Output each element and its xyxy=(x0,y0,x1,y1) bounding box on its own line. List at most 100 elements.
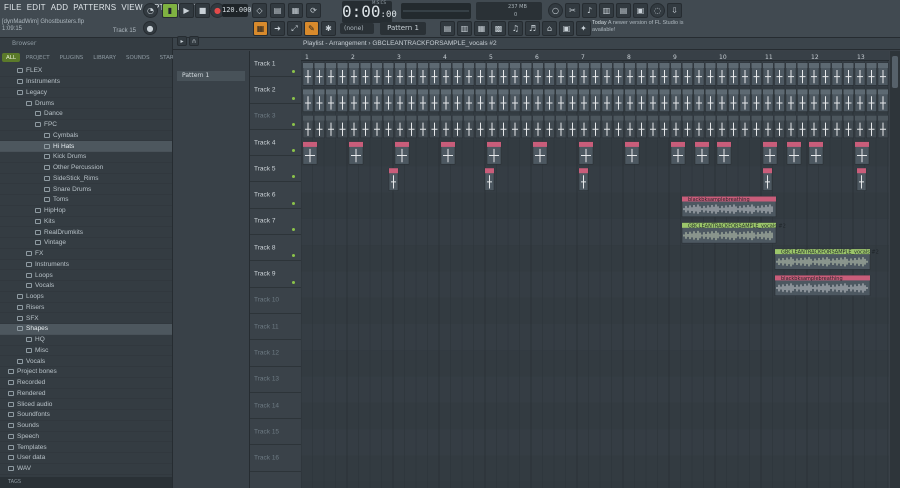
pattern-clip[interactable] xyxy=(463,115,475,139)
menu-patterns[interactable]: PATTERNS xyxy=(73,3,116,16)
pattern-clip[interactable] xyxy=(854,62,866,86)
mixer-toolbar-icon[interactable]: ▩ xyxy=(491,21,506,36)
pattern-clip[interactable] xyxy=(302,89,314,112)
pattern-clip[interactable] xyxy=(452,89,463,112)
pattern-clip[interactable] xyxy=(647,89,659,112)
pattern-clip[interactable] xyxy=(360,89,371,112)
pattern-clip[interactable] xyxy=(348,115,360,139)
playlist-menu-icon[interactable]: ▸ xyxy=(177,36,187,46)
pattern-clip[interactable] xyxy=(866,62,877,86)
pattern-clip[interactable] xyxy=(521,89,532,112)
menu-file[interactable]: FILE xyxy=(4,3,22,16)
browser-tab-plugins[interactable]: PLUGINS xyxy=(56,53,88,62)
plugin-picker-icon[interactable]: ♫ xyxy=(508,21,523,36)
playlist-magnet-icon[interactable]: ∩ xyxy=(189,36,199,46)
pattern-clip[interactable] xyxy=(452,115,463,139)
pattern-clip[interactable] xyxy=(302,141,318,165)
pattern-clip[interactable] xyxy=(762,89,774,112)
pattern-clip[interactable] xyxy=(877,89,889,112)
pattern-clip[interactable] xyxy=(762,167,773,191)
browser-icon[interactable]: ▣ xyxy=(633,3,648,18)
pattern-clip[interactable] xyxy=(728,62,739,86)
pattern-clip[interactable] xyxy=(693,62,705,86)
pattern-clip[interactable] xyxy=(544,89,555,112)
piano-roll-icon[interactable]: ♪ xyxy=(582,3,597,18)
pattern-clip[interactable] xyxy=(590,115,601,139)
loop-record-icon[interactable]: ⟳ xyxy=(306,3,321,18)
pattern-clip[interactable] xyxy=(762,141,778,165)
pattern-clip[interactable] xyxy=(843,115,854,139)
browser-item[interactable]: SideStick_Rims xyxy=(0,174,172,185)
pattern-clip[interactable] xyxy=(302,62,314,86)
pattern-clip[interactable] xyxy=(705,89,716,112)
pattern-clip[interactable] xyxy=(532,62,544,86)
pattern-clip[interactable] xyxy=(475,115,486,139)
pattern-clip[interactable] xyxy=(406,115,417,139)
pattern-clip[interactable] xyxy=(383,89,394,112)
pattern-clip[interactable] xyxy=(854,89,866,112)
pattern-clip[interactable] xyxy=(509,115,521,139)
browser-item[interactable]: Legacy xyxy=(0,88,172,99)
browser-item[interactable]: HQ xyxy=(0,335,172,346)
pattern-clip[interactable] xyxy=(624,115,636,139)
pattern-clip[interactable] xyxy=(705,62,716,86)
pattern-clip[interactable] xyxy=(728,89,739,112)
pattern-clip[interactable] xyxy=(440,115,452,139)
browser-tab-project[interactable]: PROJECT xyxy=(22,53,54,62)
stop-button[interactable]: ■ xyxy=(195,3,210,18)
pattern-clip[interactable] xyxy=(670,89,682,112)
track-header[interactable]: Track 12 xyxy=(250,340,301,367)
pattern-clip[interactable] xyxy=(693,89,705,112)
track-header[interactable]: Track 6 xyxy=(250,182,301,209)
pattern-clip[interactable] xyxy=(682,115,693,139)
pattern-clip[interactable] xyxy=(486,89,498,112)
pattern-clip[interactable]: blackbksamplebreathing xyxy=(774,275,871,296)
pattern-clip[interactable] xyxy=(831,115,843,139)
browser-item[interactable]: Sliced audio xyxy=(0,399,172,410)
pattern-clip[interactable] xyxy=(682,62,693,86)
track-led-icon[interactable] xyxy=(292,228,295,232)
pattern-clip[interactable] xyxy=(751,62,762,86)
pattern-clip[interactable] xyxy=(388,167,399,191)
browser-tab-all[interactable]: ALL xyxy=(2,53,20,62)
track-header[interactable]: Track 14 xyxy=(250,393,301,420)
browser-item[interactable]: Cymbals xyxy=(0,131,172,142)
pattern-clip[interactable] xyxy=(751,89,762,112)
step-seq-icon[interactable]: ▦ xyxy=(474,21,489,36)
pattern-clip[interactable]: GBCLEANTRACKFORSAMPLE_vocals #2 xyxy=(774,248,879,270)
browser-item[interactable]: SFX xyxy=(0,313,172,324)
pattern-clip[interactable] xyxy=(716,141,732,165)
snap-select[interactable]: (none) xyxy=(340,23,374,34)
pattern-clip[interactable] xyxy=(360,115,371,139)
track-led-icon[interactable] xyxy=(292,149,295,153)
play-button[interactable]: ▶ xyxy=(179,3,194,18)
playlist-icon[interactable]: ▤ xyxy=(616,3,631,18)
pattern-clip[interactable] xyxy=(843,89,854,112)
pattern-clip[interactable] xyxy=(567,115,578,139)
pattern-clip[interactable] xyxy=(739,89,751,112)
pattern-clip[interactable]: GBCLEANTRACKFORSAMPLE_vocals #2 xyxy=(681,222,786,244)
pattern-clip[interactable] xyxy=(716,89,728,112)
pattern-clip[interactable] xyxy=(808,115,820,139)
browser-item[interactable]: Toms xyxy=(0,195,172,206)
pattern-clip[interactable] xyxy=(797,115,808,139)
pattern-clip[interactable] xyxy=(601,115,613,139)
browser-item[interactable]: FX xyxy=(0,249,172,260)
pattern-clip[interactable] xyxy=(820,62,831,86)
pattern-clip[interactable] xyxy=(670,62,682,86)
track-led-icon[interactable] xyxy=(292,254,295,258)
pattern-clip[interactable] xyxy=(429,115,440,139)
pattern-clip[interactable] xyxy=(394,89,406,112)
pattern-clip[interactable] xyxy=(498,115,509,139)
tempo-tapper-icon[interactable]: ♬ xyxy=(525,21,540,36)
pattern-clip[interactable] xyxy=(636,115,647,139)
browser-item[interactable]: Kick Drums xyxy=(0,152,172,163)
touch-keyboard-icon[interactable]: ⌂ xyxy=(542,21,557,36)
pattern-clip[interactable] xyxy=(613,89,624,112)
pattern-clip[interactable] xyxy=(429,62,440,86)
tempo-display[interactable]: 120.000 xyxy=(222,4,252,17)
browser-item[interactable]: Recorded xyxy=(0,378,172,389)
track-header[interactable]: Track 4 xyxy=(250,130,301,157)
metronome-icon[interactable]: ◇ xyxy=(252,3,267,18)
timeline-ruler[interactable]: 1 2 3 4 5 6 7 8 9 10 11 12 13 xyxy=(301,51,889,61)
